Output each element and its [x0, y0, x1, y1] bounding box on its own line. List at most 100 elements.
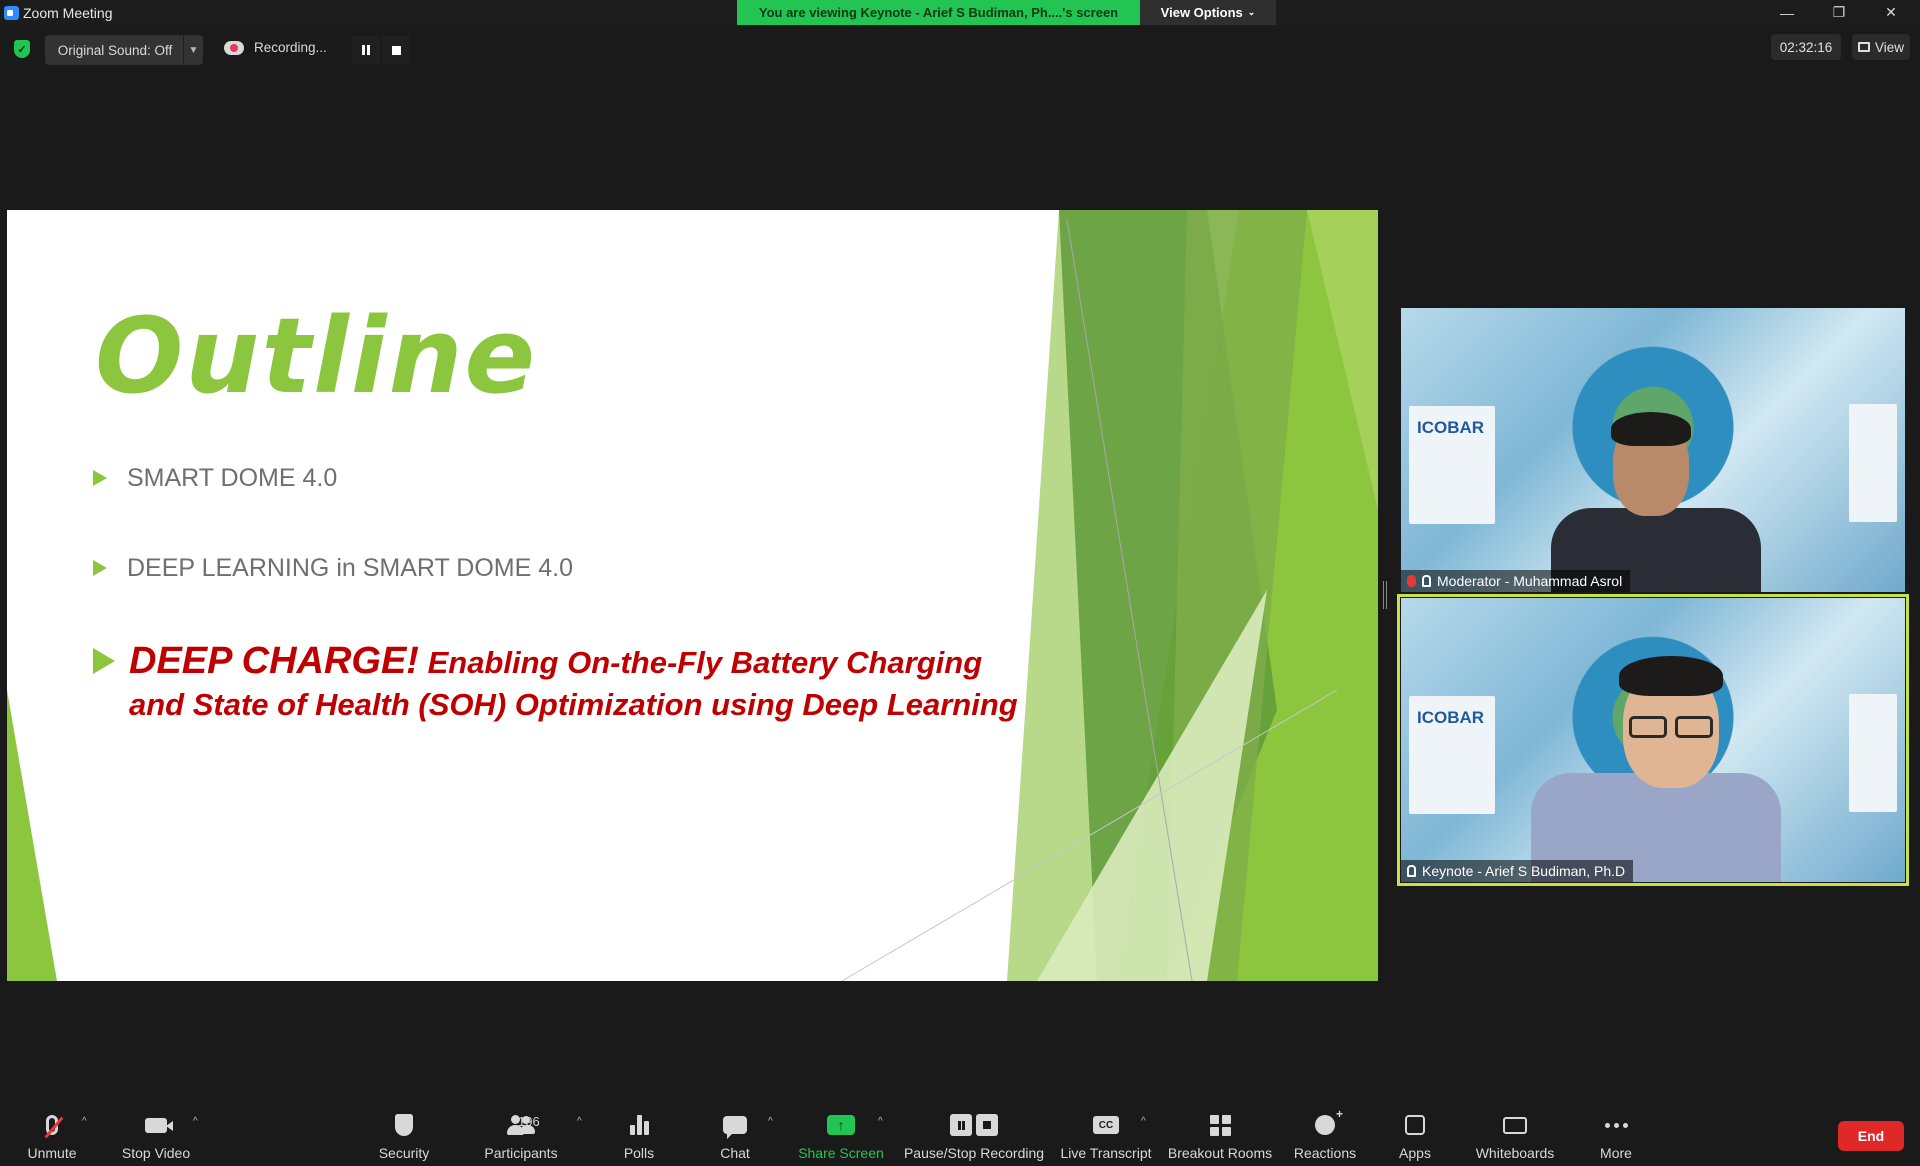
muted-microphone-icon	[46, 1115, 58, 1135]
pause-recording-button[interactable]	[352, 36, 380, 64]
pause-stop-recording-label: Pause/Stop Recording	[903, 1145, 1045, 1161]
sponsor-banner	[1849, 694, 1897, 812]
icobar-logo: ICOBAR	[1417, 708, 1485, 727]
stop-video-button[interactable]: Stop Video	[114, 1112, 198, 1161]
chat-caret-icon[interactable]: ^	[768, 1116, 773, 1127]
zoom-logo-icon	[4, 6, 19, 20]
polls-chart-icon	[629, 1115, 649, 1135]
reactions-smiley-icon	[1315, 1107, 1343, 1135]
reactions-label: Reactions	[1293, 1145, 1357, 1161]
unmute-label: Unmute	[27, 1145, 77, 1161]
bullet-triangle-icon	[93, 648, 115, 674]
encryption-shield-icon[interactable]: ✓	[14, 40, 30, 58]
polls-label: Polls	[623, 1145, 655, 1161]
chat-button[interactable]: Chat	[710, 1112, 760, 1161]
view-button-label: View	[1874, 39, 1905, 55]
close-button[interactable]: ✕	[1868, 0, 1914, 25]
recording-status: Recording...	[254, 40, 327, 55]
original-sound-button[interactable]: Original Sound: Off	[45, 35, 185, 65]
muted-mic-icon	[1407, 575, 1416, 587]
share-screen-label: Share Screen	[798, 1145, 884, 1161]
breakout-rooms-icon	[1209, 1114, 1231, 1136]
video-options-caret-icon[interactable]: ^	[193, 1116, 198, 1127]
shared-screen-slide: Outline SMART DOME 4.0 DEEP LEARNING in …	[7, 210, 1378, 981]
original-sound-dropdown-icon[interactable]: ▼	[183, 35, 203, 65]
participant-hair	[1619, 656, 1723, 696]
chat-label: Chat	[720, 1145, 750, 1161]
security-button[interactable]: Security	[372, 1112, 436, 1161]
stop-icon	[391, 45, 401, 55]
reactions-button[interactable]: Reactions	[1290, 1107, 1360, 1161]
unmute-button[interactable]: Unmute	[22, 1112, 82, 1161]
bullet-text: SMART DOME 4.0	[127, 464, 338, 492]
participant-count: 196	[518, 1114, 540, 1129]
glasses	[1629, 716, 1667, 738]
view-options-button[interactable]: View Options ⌄	[1140, 0, 1276, 25]
title-bar: Zoom Meeting You are viewing Keynote - A…	[0, 0, 1920, 26]
share-screen-button[interactable]: ↑ Share Screen	[796, 1112, 886, 1161]
window-title: Zoom Meeting	[23, 5, 113, 21]
participants-label: Participants	[484, 1145, 558, 1161]
split-view-handle[interactable]	[1383, 581, 1387, 609]
event-banner: ICOBAR	[1409, 406, 1495, 524]
end-meeting-button[interactable]: End	[1838, 1121, 1904, 1151]
participant-name-tag: Keynote - Arief S Budiman, Ph.D	[1401, 860, 1634, 882]
restore-button[interactable]: ❐	[1816, 0, 1862, 25]
participants-caret-icon[interactable]: ^	[577, 1116, 582, 1127]
live-transcript-label: Live Transcript	[1060, 1145, 1152, 1161]
icobar-logo: ICOBAR	[1417, 418, 1485, 437]
apps-icon	[1405, 1115, 1425, 1135]
bullet-triangle-icon	[93, 560, 107, 576]
transcript-caret-icon[interactable]: ^	[1141, 1116, 1146, 1127]
slide-bullet: DEEP LEARNING in SMART DOME 4.0	[93, 553, 573, 583]
participant-name: Moderator - Muhammad Asrol	[1437, 573, 1623, 589]
chevron-down-icon: ⌄	[1247, 7, 1256, 17]
slide-bullet: SMART DOME 4.0	[93, 463, 337, 493]
participants-button[interactable]: 196 Participants	[478, 1112, 564, 1161]
view-options-label: View Options	[1160, 5, 1243, 20]
security-label: Security	[378, 1145, 430, 1161]
meeting-timer: 02:32:16	[1771, 34, 1841, 60]
bullet-highlight-text: DEEP CHARGE! Enabling On-the-Fly Battery…	[129, 640, 1029, 726]
bullet-triangle-icon	[93, 470, 107, 486]
view-grid-icon	[1857, 42, 1870, 52]
video-tile-moderator[interactable]: ICOBAR Moderator - Muhammad Asrol	[1401, 308, 1905, 592]
apps-label: Apps	[1399, 1145, 1431, 1161]
whiteboards-button[interactable]: Whiteboards	[1470, 1112, 1560, 1161]
whiteboards-label: Whiteboards	[1475, 1145, 1555, 1161]
pause-stop-recording-icon	[950, 1114, 998, 1136]
live-transcript-button[interactable]: CC Live Transcript	[1058, 1112, 1154, 1161]
audio-options-caret-icon[interactable]: ^	[82, 1116, 87, 1127]
pause-stop-recording-button[interactable]: Pause/Stop Recording	[900, 1112, 1048, 1161]
slide-bullet-highlight: DEEP CHARGE! Enabling On-the-Fly Battery…	[93, 640, 1029, 726]
spotlight-icon	[1407, 865, 1416, 877]
event-banner: ICOBAR	[1409, 696, 1495, 814]
stop-recording-button[interactable]	[382, 36, 410, 64]
breakout-rooms-button[interactable]: Breakout Rooms	[1166, 1112, 1274, 1161]
more-button[interactable]: More	[1594, 1112, 1638, 1161]
share-screen-icon: ↑	[827, 1115, 855, 1135]
stop-video-label: Stop Video	[121, 1145, 191, 1161]
zoom-window: Zoom Meeting You are viewing Keynote - A…	[0, 0, 1920, 1166]
participant-name: Keynote - Arief S Budiman, Ph.D	[1422, 863, 1626, 879]
share-options-caret-icon[interactable]: ^	[878, 1116, 883, 1127]
security-shield-icon	[395, 1114, 413, 1136]
chat-bubble-icon	[723, 1116, 747, 1139]
meeting-toolbar: Unmute ^ Stop Video ^ Security 196 Parti…	[0, 1100, 1920, 1166]
spotlight-icon	[1422, 575, 1431, 587]
more-dots-icon	[1604, 1122, 1628, 1128]
view-button[interactable]: View	[1852, 34, 1910, 60]
glasses	[1675, 716, 1713, 738]
breakout-rooms-label: Breakout Rooms	[1167, 1145, 1273, 1161]
participant-hair	[1611, 412, 1691, 446]
video-tile-keynote[interactable]: ICOBAR Keynote - Arief S Budiman, Ph.D	[1401, 598, 1905, 882]
video-camera-icon	[145, 1117, 173, 1133]
polls-button[interactable]: Polls	[614, 1112, 664, 1161]
cloud-recording-icon	[224, 41, 244, 55]
participant-name-tag: Moderator - Muhammad Asrol	[1401, 570, 1631, 592]
apps-button[interactable]: Apps	[1390, 1112, 1440, 1161]
more-label: More	[1600, 1145, 1632, 1161]
whiteboard-icon	[1503, 1116, 1527, 1134]
minimize-button[interactable]: —	[1764, 0, 1810, 25]
pause-icon	[362, 45, 370, 55]
